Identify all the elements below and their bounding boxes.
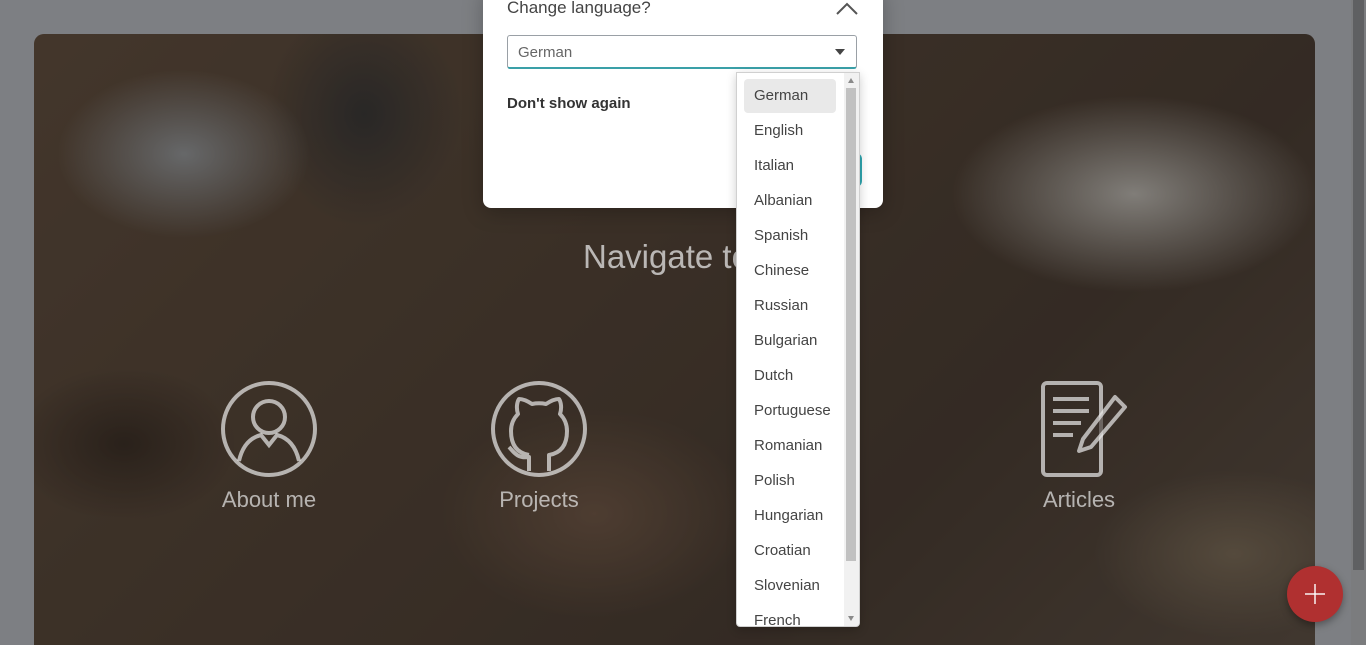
page-scrollbar[interactable] (1351, 0, 1366, 645)
document-edit-icon (1041, 381, 1127, 477)
language-option[interactable]: Albanian (744, 184, 836, 218)
add-button[interactable] (1287, 566, 1343, 622)
chevron-up-icon[interactable] (835, 0, 859, 18)
dont-show-again-label[interactable]: Don't show again (507, 95, 631, 112)
language-option[interactable]: Dutch (744, 359, 836, 393)
scroll-down-icon[interactable] (848, 616, 854, 621)
language-option[interactable]: German (744, 79, 836, 113)
language-option[interactable]: Polish (744, 464, 836, 498)
language-option[interactable]: Chinese (744, 254, 836, 288)
scroll-up-icon[interactable] (848, 78, 854, 83)
dropdown-scrollbar-thumb[interactable] (846, 88, 856, 561)
language-option[interactable]: Russian (744, 289, 836, 323)
user-icon (221, 381, 317, 477)
language-option[interactable]: Portuguese (744, 394, 836, 428)
github-icon (491, 381, 587, 477)
language-option[interactable]: Hungarian (744, 499, 836, 533)
nav-articles[interactable]: Articles (989, 379, 1169, 513)
caret-down-icon (835, 49, 845, 55)
language-select-value: German (518, 44, 573, 61)
language-select[interactable]: German (507, 35, 857, 69)
language-option[interactable]: Italian (744, 149, 836, 183)
nav-label-articles: Articles (1042, 487, 1116, 512)
language-option[interactable]: English (744, 114, 836, 148)
page-scrollbar-thumb[interactable] (1353, 0, 1364, 570)
language-option[interactable]: Croatian (744, 534, 836, 568)
nav-label-projects: Projects (499, 487, 579, 512)
dropdown-scrollbar[interactable] (844, 73, 859, 626)
hero-title: Navigate to (583, 238, 750, 275)
language-option[interactable]: Slovenian (744, 569, 836, 603)
language-option[interactable]: French (744, 604, 836, 626)
nav-label-about-me: About me (221, 487, 317, 512)
nav-about-me[interactable]: About me (179, 379, 359, 513)
language-option[interactable]: Bulgarian (744, 324, 836, 358)
language-dropdown[interactable]: German English Italian Albanian Spanish Chine… (736, 72, 860, 627)
modal-title: Change language? (507, 0, 651, 17)
language-option[interactable]: Spanish (744, 219, 836, 253)
language-option[interactable]: Romanian (744, 429, 836, 463)
nav-projects[interactable]: Projects (449, 379, 629, 513)
